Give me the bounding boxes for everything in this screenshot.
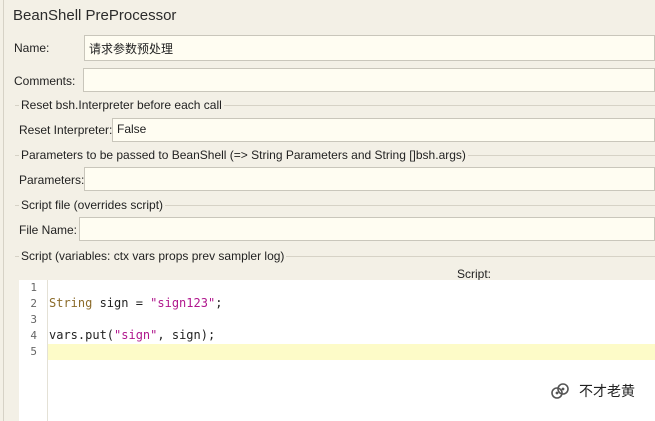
comments-field[interactable] — [83, 68, 655, 92]
script-header: Script: — [457, 267, 492, 281]
file-name-label: File Name: — [19, 223, 78, 237]
code-string-token: "sign123" — [150, 296, 216, 310]
code-text-token: vars.put( — [49, 328, 115, 342]
watermark-text: 不才老黄 — [579, 383, 635, 399]
panel-title: BeanShell PreProcessor — [13, 7, 177, 24]
file-group-legend: Script file (overrides script) — [19, 198, 166, 212]
reset-interpreter-select[interactable]: False — [112, 118, 655, 142]
current-line-highlight — [48, 344, 655, 360]
code-text-token: , sign); — [157, 328, 216, 342]
reset-group-legend: Reset bsh.Interpreter before each call — [19, 98, 224, 112]
params-group-legend: Parameters to be passed to BeanShell (=>… — [19, 148, 468, 162]
name-field-value: 请求参数预处理 — [89, 42, 174, 56]
line-number: 2 — [30, 297, 37, 310]
reset-interpreter-value: False — [117, 122, 147, 136]
line-number: 3 — [30, 313, 37, 326]
code-string-token: "sign" — [114, 328, 158, 342]
reset-interpreter-label: Reset Interpreter: — [19, 123, 113, 137]
line-number: 5 — [30, 345, 37, 358]
line-number: 1 — [30, 281, 37, 294]
line-number: 4 — [30, 329, 37, 342]
name-field[interactable]: 请求参数预处理 — [84, 35, 655, 61]
comments-label: Comments: — [14, 74, 76, 88]
code-text-token: sign = — [92, 296, 151, 310]
parameters-field[interactable] — [84, 167, 655, 191]
code-line-4: vars.put("sign", sign); — [49, 328, 215, 342]
code-line-2: String sign = "sign123"; — [49, 296, 222, 310]
code-text-token: ; — [215, 296, 223, 310]
name-label: Name: — [14, 41, 50, 55]
panel-border — [3, 0, 4, 421]
file-name-field[interactable] — [79, 217, 655, 241]
watermark: 不才老黄 — [549, 381, 635, 401]
script-group-legend: Script (variables: ctx vars props prev s… — [19, 249, 287, 263]
code-type-token: String — [49, 296, 93, 310]
wechat-official-account-icon — [551, 383, 569, 399]
parameters-label: Parameters: — [19, 173, 85, 187]
